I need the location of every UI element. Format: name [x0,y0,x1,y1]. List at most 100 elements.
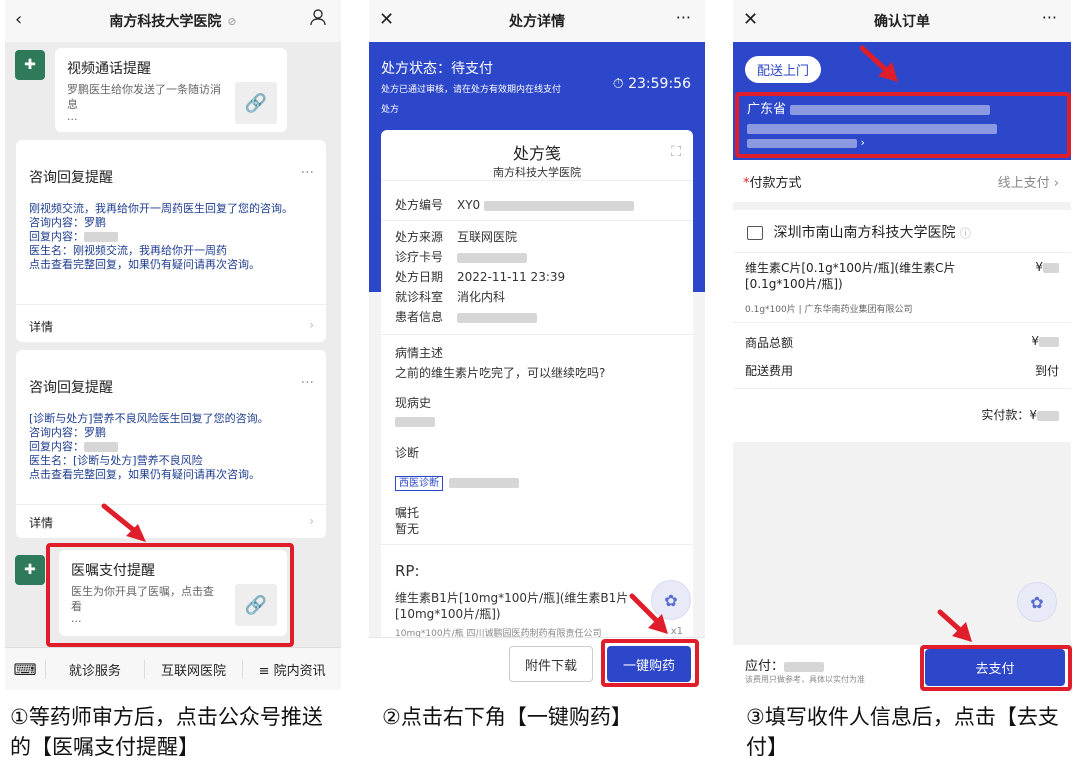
more-icon[interactable]: ··· [676,8,691,27]
card-line: 医生名：[诊断与处方]营养不良风险 [29,454,203,467]
hospital-logo-icon: ✚ [15,50,45,80]
payment-method-row[interactable]: *付款方式 线上支付 › [733,160,1071,202]
field-card-number: 诊疗卡号 [395,248,527,265]
chevron-right-icon: › [309,318,314,332]
close-icon[interactable]: ✕ [379,9,394,30]
history-label: 现病史 [395,396,432,410]
card-line: 咨询内容：罗鹏 [29,216,106,229]
card-line: 点击查看完整回复，如果仍有疑问请再次咨询。 [29,258,260,271]
order-card: 深圳市南山南方科技大学医院 ⓘ 维生素C片[0.1g*100片/瓶](维生素C片… [733,210,1071,442]
item-spec: 0.1g*100片 | 广东华南药业集团有限公司 [745,305,913,315]
field-department: 就诊科室 消化内科 [395,290,506,304]
message-title: 医嘱支付提醒 [71,563,155,579]
address-line-3: › [747,136,865,149]
keyboard-icon[interactable]: ⌨ [5,660,45,679]
more-icon[interactable]: ··· [301,375,314,391]
divider [381,544,693,545]
address-line-2 [747,118,997,137]
hospital-logo-icon: ✚ [15,555,45,585]
card-line: 医生名：刚视频交流，我再给你开一周药 [29,244,227,257]
prescription-payment-message[interactable]: 医嘱支付提醒 医生为你开具了医嘱，点击查看 ··· 🔗 [59,550,287,636]
advice-label: 嘱托 [395,506,420,520]
store-icon [747,226,763,240]
close-icon[interactable]: ✕ [743,9,758,30]
divider [733,322,1071,323]
profile-icon[interactable] [309,8,327,30]
info-icon[interactable]: ⓘ [960,227,971,240]
assistant-float-icon[interactable]: ✿ [1017,582,1057,622]
page-title: 处方详情 [509,14,565,30]
address-header: 配送上门 广东省 › [733,42,1071,160]
card-line: 咨询内容：罗鹏 [29,426,106,439]
download-attachment-button[interactable]: 附件下载 [509,646,593,682]
action-bar: 附件下载 一键购药 [369,637,705,690]
video-call-message[interactable]: 视频通话提醒 罗鹏医生给你发送了一条随访消息 ··· 🔗 [55,48,287,132]
clock-icon: ⏱ [612,76,624,92]
hospital-row: 深圳市南山南方科技大学医院 ⓘ [747,222,971,242]
link-icon: 🔗 [235,584,277,626]
wechat-chat-panel: ‹ 南方科技大学医院 ⊘ ✚ 视频通话提醒 罗鹏医生给你发送了一条随访消息 ··… [5,0,341,690]
back-icon[interactable]: ‹ [15,9,22,30]
one-click-buy-button[interactable]: 一键购药 [607,646,691,682]
pay-button[interactable]: 去支付 [925,649,1065,686]
divider [381,180,693,181]
address-province: 广东省 [747,102,787,117]
card-line: 刚视频交流，我再给你开一周药医生回复了您的咨询。 [29,202,293,215]
message-title: 视频通话提醒 [67,61,151,77]
consult-reply-card-1[interactable]: 咨询回复提醒 ··· 刚视频交流，我再给你开一周药医生回复了您的咨询。 咨询内容… [16,140,326,342]
card-line: 回复内容： [29,440,313,454]
prescription-card: 处方笺 南方科技大学医院 ⛶ 处方编号 XY0 处方来源 互联网医院 诊疗卡号 处方… [381,130,693,650]
complaint-label: 病情主述 [395,346,444,360]
complaint-text: 之前的维生素片吃完了，可以继续吃吗? [395,366,606,380]
detail-link[interactable]: 详情 [29,318,53,335]
mute-icon: ⊘ [227,14,237,28]
step-caption-3: ③填写收件人信息后，点击【去支付】 [746,705,1059,759]
link-icon: 🔗 [235,82,277,124]
divider [733,388,1071,389]
address-line[interactable]: 广东省 [747,98,991,117]
card-line: 回复内容： [29,230,313,244]
menu-item-services[interactable]: 就诊服务 [45,659,144,679]
payment-label: *付款方式 [743,176,802,191]
scan-icon[interactable]: ⛶ [671,144,681,160]
divider [16,304,326,305]
due-note: 该费用只做参考，具体以实付为准 [745,675,865,684]
field-patient: 患者信息 [395,308,537,325]
chat-header: ‹ 南方科技大学医院 ⊘ [5,0,341,42]
drug-qty: x1 [670,626,683,637]
page-header: ✕ 处方详情 ··· [369,0,705,42]
consult-reply-card-2[interactable]: 咨询回复提醒 ··· [诊断与处方]营养不良风险医生回复了您的咨询。 咨询内容：… [16,350,326,538]
diagnosis-tag: 西医诊断 [395,476,443,491]
shipping-value: 到付 [1034,364,1059,378]
card-title: 咨询回复提醒 [29,170,113,186]
card-line: [诊断与处方]营养不良风险医生回复了您的咨询。 [29,412,269,425]
menu-item-internet-hospital[interactable]: 互联网医院 [143,659,243,679]
message-sender-avatar: ✚ [15,50,45,80]
history-value [395,414,435,428]
hospital-name: 深圳市南山南方科技大学医院 [773,225,956,241]
more-icon[interactable]: ··· [1042,8,1057,27]
page-title: 确认订单 [874,14,930,30]
message-desc: 罗鹏医生给你发送了一条随访消息 [67,83,221,111]
page-header: ✕ 确认订单 ··· [733,0,1071,42]
item-price: ¥ [1035,260,1059,274]
detail-link[interactable]: 详情 [29,514,53,531]
chevron-right-icon: › [309,514,314,528]
goods-total-value: ¥ [1031,334,1059,348]
more-icon[interactable]: ··· [301,165,314,181]
shipping-label: 配送费用 [745,364,794,378]
divider [381,334,693,335]
bottom-menu: ⌨ 就诊服务 互联网医院 ≡ 院内资讯 [5,647,341,690]
card-body: [诊断与处方]营养不良风险医生回复了您的咨询。 咨询内容：罗鹏 回复内容： 医生… [29,412,313,482]
message-desc: 医生为你开具了医嘱，点击查看 [71,585,214,613]
diagnosis-value: 西医诊断 [395,474,519,491]
menu-item-news[interactable]: ≡ 院内资讯 [242,659,341,679]
card-line: 点击查看完整回复，如果仍有疑问请再次咨询。 [29,468,260,481]
rp-label: RP: [395,562,420,580]
prescription-detail-panel: ✕ 处方详情 ··· 处方状态：待支付 处方已通过审核，请在处方有效期内在线支付… [369,0,705,690]
assistant-float-icon[interactable]: ✿ [651,580,691,620]
goods-total-label: 商品总额 [745,336,794,350]
due-amount: 应付： [745,655,825,674]
delivery-option[interactable]: 配送上门 [745,56,822,83]
divider [16,504,326,505]
